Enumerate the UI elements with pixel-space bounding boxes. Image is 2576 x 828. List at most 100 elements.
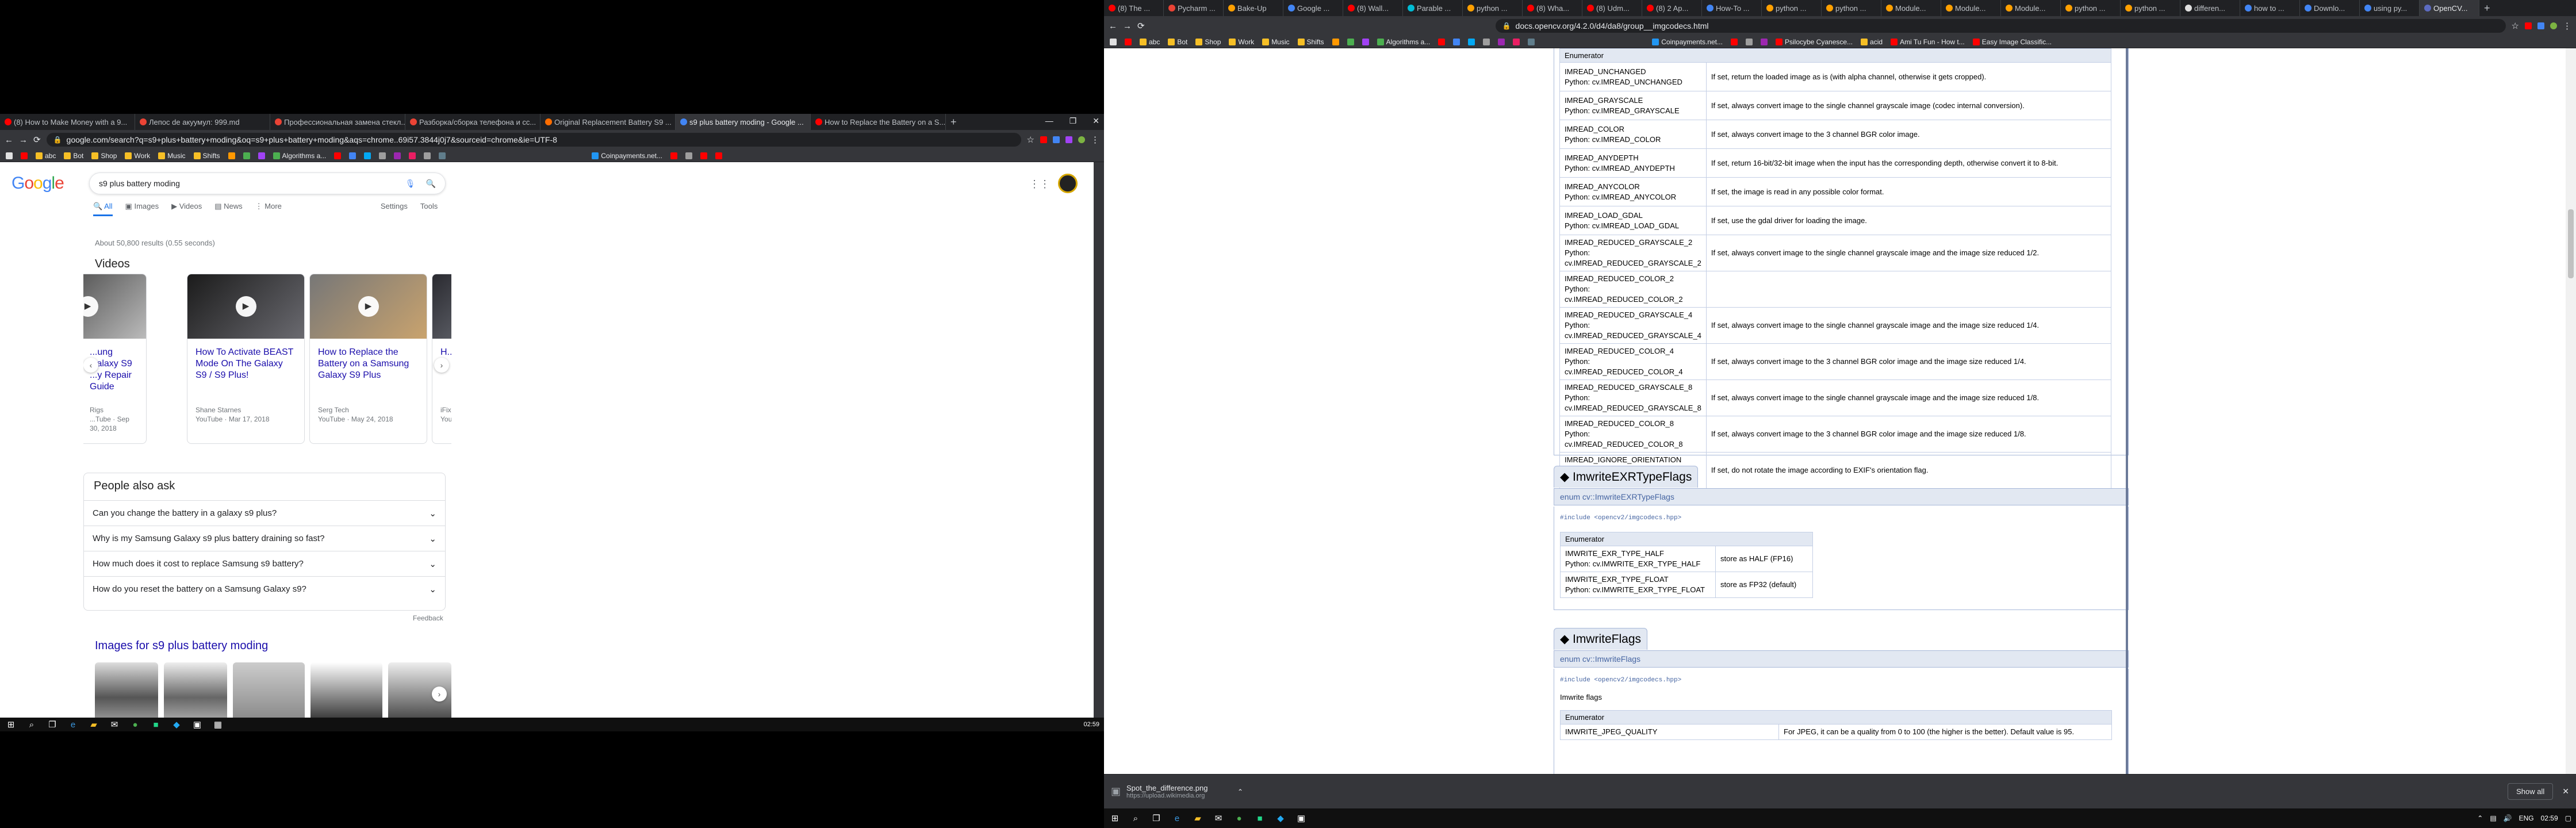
bookmark-favicon-icon[interactable] <box>258 152 265 159</box>
browser-tab[interactable]: Module... <box>1881 0 1941 16</box>
bookmark-folder[interactable]: Bot <box>1168 38 1187 46</box>
google-logo[interactable]: Google <box>12 174 64 193</box>
browser-tab[interactable]: Лепос de акуумул: 999.md <box>135 114 270 130</box>
image-thumbnail[interactable] <box>233 662 305 718</box>
browser-tab[interactable]: python ... <box>1463 0 1523 16</box>
bookmark-favicon-icon[interactable] <box>1438 38 1446 45</box>
bookmark-favicon-icon[interactable] <box>715 152 722 159</box>
bookmark-favicon-icon[interactable] <box>1760 38 1768 45</box>
browser-tab[interactable]: python ... <box>2121 0 2180 16</box>
paa-question[interactable]: How do you reset the battery on a Samsun… <box>83 576 446 601</box>
bookmark-folder[interactable]: Music <box>158 152 186 160</box>
new-tab-button[interactable]: + <box>2479 0 2497 16</box>
taskbar-clock[interactable]: 02:59 <box>2541 814 2558 822</box>
carousel-prev-button[interactable]: ‹ <box>83 358 98 373</box>
account-avatar[interactable] <box>1058 174 1078 193</box>
bookmark-favicon-icon[interactable] <box>1498 38 1505 45</box>
image-thumbnail[interactable] <box>164 662 227 718</box>
file-explorer-icon[interactable]: ▰ <box>87 718 100 731</box>
app-icon[interactable]: ▦ <box>212 718 224 731</box>
bookmark-favicon-icon[interactable] <box>21 152 28 159</box>
bookmark-link[interactable]: Coinpayments.net... <box>1652 38 1723 46</box>
back-icon[interactable]: ← <box>5 135 13 145</box>
chevron-up-icon[interactable]: ⌃ <box>1237 788 1243 796</box>
bookmark-favicon-icon[interactable] <box>1528 38 1535 45</box>
menu-kebab-icon[interactable]: ⋮ <box>1091 135 1099 145</box>
extension-icon[interactable] <box>1065 136 1072 143</box>
bookmark-favicon-icon[interactable] <box>670 152 677 159</box>
bookmark-link[interactable]: Ami Tu Fun - How t... <box>1891 38 1965 46</box>
bookmark-favicon-icon[interactable] <box>1468 38 1475 45</box>
browser-tab[interactable]: How to Replace the Battery on a S... <box>811 114 946 130</box>
browser-tab[interactable]: How-To ... <box>1702 0 1762 16</box>
bookmark-folder[interactable]: Work <box>1229 38 1254 46</box>
show-all-button[interactable]: Show all <box>2508 783 2554 800</box>
edge-icon[interactable]: e <box>1171 812 1183 825</box>
paa-question[interactable]: Why is my Samsung Galaxy s9 plus battery… <box>83 526 446 551</box>
browser-tab[interactable]: differen... <box>2180 0 2240 16</box>
browser-tab[interactable]: python ... <box>2061 0 2121 16</box>
browser-tab-active[interactable]: OpenCV... <box>2420 0 2479 16</box>
bookmark-star-icon[interactable]: ☆ <box>1027 135 1034 145</box>
bookmark-favicon-icon[interactable] <box>685 152 692 159</box>
apps-icon[interactable] <box>1110 38 1117 45</box>
address-bar[interactable]: 🔒 docs.opencv.org/4.2.0/d4/da8/group__im… <box>1495 19 2506 33</box>
file-explorer-icon[interactable]: ▰ <box>1191 812 1204 825</box>
start-icon[interactable]: ⊞ <box>1109 812 1121 825</box>
bookmark-favicon-icon[interactable] <box>1453 38 1460 45</box>
image-thumbnail[interactable] <box>95 662 158 718</box>
pycharm-icon[interactable]: ■ <box>150 718 162 731</box>
profile-avatar[interactable] <box>2550 22 2557 29</box>
minimize-icon[interactable]: — <box>1045 116 1053 126</box>
bookmark-folder[interactable]: Shop <box>91 152 117 160</box>
vscode-icon[interactable]: ◆ <box>1274 812 1287 825</box>
bookmark-link[interactable]: Algorithms a... <box>273 152 326 160</box>
bookmark-favicon-icon[interactable] <box>364 152 371 159</box>
forward-icon[interactable]: → <box>19 135 28 145</box>
chrome-icon[interactable]: ● <box>129 718 141 731</box>
app-icon[interactable]: ▣ <box>191 718 204 731</box>
bookmark-favicon-icon[interactable] <box>1125 38 1132 45</box>
volume-icon[interactable]: 🔊 <box>2504 814 2512 822</box>
extension-icon[interactable] <box>1053 136 1060 143</box>
bookmark-favicon-icon[interactable] <box>1332 38 1339 45</box>
paa-question[interactable]: Can you change the battery in a galaxy s… <box>83 500 446 526</box>
browser-tab[interactable]: (8) The ... <box>1104 0 1164 16</box>
bookmark-favicon-icon[interactable] <box>1745 38 1753 45</box>
browser-tab[interactable]: (8) Wha... <box>1523 0 1582 16</box>
pycharm-icon[interactable]: ■ <box>1254 812 1266 825</box>
download-item[interactable]: ▣ Spot_the_difference.png https://upload… <box>1111 784 1243 799</box>
search-icon[interactable]: ⌕ <box>25 718 38 731</box>
bookmark-folder[interactable]: Shifts <box>193 152 220 160</box>
extension-icon[interactable] <box>2525 22 2532 29</box>
browser-tab[interactable]: Downlo... <box>2300 0 2360 16</box>
back-icon[interactable]: ← <box>1109 21 1117 31</box>
start-icon[interactable]: ⊞ <box>5 718 17 731</box>
bookmark-favicon-icon[interactable] <box>394 152 401 159</box>
bookmark-link[interactable]: Psilocybe Cyanesce... <box>1775 38 1853 46</box>
bookmark-folder[interactable]: abc <box>1140 38 1160 46</box>
bookmark-favicon-icon[interactable] <box>334 152 342 159</box>
browser-tab[interactable]: (8) Wall... <box>1343 0 1403 16</box>
reload-icon[interactable]: ⟳ <box>1137 21 1145 31</box>
search-icon[interactable]: ⌕ <box>1129 812 1142 825</box>
images-heading[interactable]: Images for s9 plus battery moding <box>95 639 268 653</box>
bookmark-folder[interactable]: abc <box>36 152 56 160</box>
notifications-icon[interactable]: ▢ <box>2565 814 2571 822</box>
browser-tab[interactable]: Pycharm ... <box>1164 0 1224 16</box>
page-scrollbar[interactable] <box>2566 48 2576 774</box>
browser-tab[interactable]: (8) Udm... <box>1582 0 1642 16</box>
extension-icon[interactable] <box>2537 22 2544 29</box>
bookmark-folder[interactable]: Bot <box>64 152 83 160</box>
browser-tab[interactable]: using py... <box>2360 0 2420 16</box>
browser-tab[interactable]: (8) How to Make Money with a 9... <box>0 114 135 130</box>
carousel-next-button[interactable]: › <box>434 358 449 373</box>
reload-icon[interactable]: ⟳ <box>33 135 41 145</box>
browser-tab-active[interactable]: s9 plus battery moding - Google ... <box>676 114 811 130</box>
carousel-next-button[interactable]: › <box>432 687 447 702</box>
network-icon[interactable]: ▤ <box>2490 814 2496 822</box>
scrollbar-thumb[interactable] <box>2568 209 2574 278</box>
browser-tab[interactable]: how to ... <box>2240 0 2300 16</box>
close-icon[interactable]: ✕ <box>1092 116 1099 126</box>
bookmark-favicon-icon[interactable] <box>1347 38 1354 45</box>
